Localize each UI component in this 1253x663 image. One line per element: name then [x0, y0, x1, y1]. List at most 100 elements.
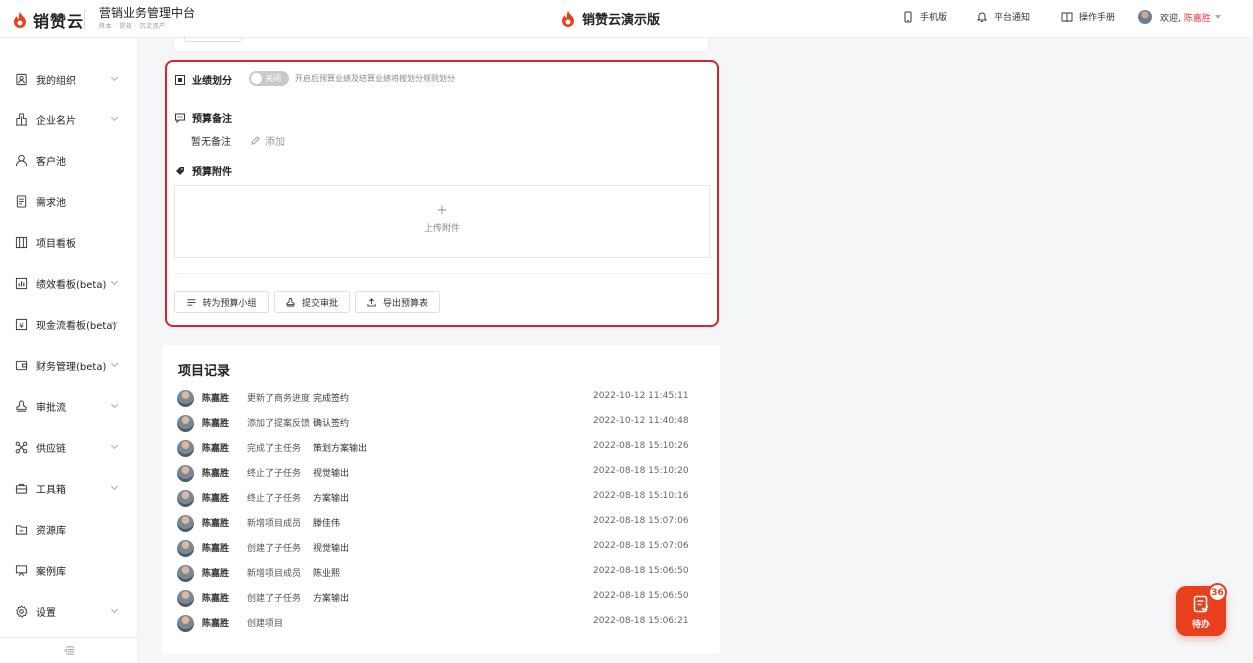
sidebar-item-cashflow-board[interactable]: ¥ 现金流看板(beta): [0, 310, 138, 338]
perf-split-toggle[interactable]: 关闭: [249, 71, 289, 86]
add-note-button[interactable]: 添加: [251, 133, 285, 148]
table-row: 陈嘉胜 新增项目成员 滕佳伟 2022-08-18 15:07:06: [177, 513, 707, 533]
user-icon: [14, 153, 28, 167]
export-budget-label: 导出预算表: [382, 298, 428, 309]
sidebar-item-toolbox[interactable]: 工具箱: [0, 474, 138, 502]
manual-link[interactable]: 操作手册: [1061, 10, 1115, 23]
sidebar-item-label: 绩效看板(beta): [36, 279, 107, 291]
budget-note-value: 暂无备注: [191, 137, 231, 148]
chevron-down-icon: [110, 113, 119, 122]
flame-logo-icon: [562, 9, 574, 27]
sidebar-item-performance-board[interactable]: 绩效看板(beta): [0, 269, 138, 297]
folder-icon: [14, 522, 28, 536]
record-user: 陈嘉胜: [202, 419, 230, 429]
sidebar-item-label: 我的组织: [36, 75, 76, 87]
avatar: [177, 565, 194, 582]
record-user: 陈嘉胜: [202, 594, 230, 604]
target-icon: [175, 74, 185, 85]
mobile-link[interactable]: 手机版: [902, 10, 947, 23]
avatar: [177, 540, 194, 557]
user-menu[interactable]: 欢迎, 陈嘉胜: [1138, 10, 1221, 24]
avatar: [177, 415, 194, 432]
records-title: 项目记录: [178, 364, 231, 379]
convert-budget-group-button[interactable]: 转为预算小组: [174, 291, 269, 313]
system-title: 营销业务管理中台: [99, 6, 196, 20]
upload-label: 上传附件: [423, 224, 460, 234]
sidebar-item-org[interactable]: 我的组织: [0, 65, 138, 93]
wallet-icon: [14, 358, 28, 372]
record-target: 方案输出: [313, 494, 350, 504]
table-row: 陈嘉胜 新增项目成员 陈业熙 2022-08-18 15:06:50: [177, 563, 707, 583]
upload-attachment-area[interactable]: + 上传附件: [174, 185, 710, 258]
record-time: 2022-08-18 15:06:50: [593, 591, 689, 601]
sidebar-item-label: 设置: [36, 607, 56, 619]
sidebar-collapse-button[interactable]: [0, 637, 138, 663]
todo-list-icon: [1193, 595, 1209, 613]
center-title: 销赞云演示版: [560, 9, 660, 28]
record-action: 新增项目成员: [247, 569, 302, 579]
avatar: [1138, 10, 1152, 24]
sidebar-item-project-board[interactable]: 项目看板: [0, 228, 138, 256]
network-icon: [14, 440, 28, 454]
chevron-down-icon: [110, 605, 119, 614]
menu-collapse-icon: [63, 646, 74, 655]
budget-note-heading: 预算备注: [175, 110, 232, 125]
sidebar-item-label: 现金流看板(beta): [36, 320, 117, 332]
sidebar-item-approval[interactable]: 审批流: [0, 392, 138, 420]
budget-attach-title: 预算附件: [192, 167, 232, 178]
mobile-label: 手机版: [920, 13, 948, 23]
todo-label: 待办: [1191, 620, 1210, 630]
brand-name: 销赞云: [33, 12, 85, 31]
table-row: 陈嘉胜 创建项目 2022-08-18 15:06:21: [177, 613, 707, 633]
sidebar-item-finance[interactable]: 财务管理(beta): [0, 351, 138, 379]
sidebar-item-company-card[interactable]: 企业名片: [0, 105, 138, 133]
record-target: 完成签约: [313, 394, 350, 404]
previous-card-bottom: [173, 36, 709, 52]
project-records-card: 项目记录 陈嘉胜 更新了商务进度 完成签约 2022-10-12 11:45:1…: [162, 345, 720, 654]
notify-link[interactable]: 平台通知: [976, 10, 1030, 23]
toolbox-icon: [14, 481, 28, 495]
sidebar-item-label: 财务管理(beta): [36, 361, 107, 373]
avatar: [177, 590, 194, 607]
submit-approval-button[interactable]: 提交审批: [274, 291, 350, 313]
tag-icon: [175, 166, 185, 176]
table-row: 陈嘉胜 终止了子任务 视觉输出 2022-08-18 15:10:20: [177, 463, 707, 483]
convert-budget-group-label: 转为预算小组: [202, 298, 257, 309]
org-icon: [14, 72, 28, 86]
sidebar-item-cases[interactable]: 案例库: [0, 556, 138, 584]
chevron-down-icon: [110, 400, 119, 409]
sidebar-item-supply-chain[interactable]: 供应链: [0, 433, 138, 461]
record-time: 2022-08-18 15:07:06: [593, 516, 689, 526]
top-header: 销赞云 营销业务管理中台 降本 · 提效 · 沉淀资产 销赞云演示版 手机版 平…: [0, 0, 1253, 38]
section-divider: [174, 273, 710, 274]
avatar: [177, 615, 194, 632]
todo-float-button[interactable]: 待办 36: [1176, 583, 1227, 636]
record-target: 视觉输出: [313, 469, 350, 479]
sidebar-item-label: 审批流: [36, 402, 66, 414]
record-action: 终止了子任务: [247, 469, 302, 479]
phone-icon: [902, 11, 914, 23]
record-time: 2022-10-12 11:45:11: [593, 391, 689, 401]
sidebar-item-customer-pool[interactable]: 客户池: [0, 146, 138, 174]
record-action: 创建项目: [247, 619, 284, 629]
sidebar-item-demand-pool[interactable]: 需求池: [0, 187, 138, 215]
sidebar: 我的组织 企业名片 客户池 需求池 项目看板 绩效看板(beta) ¥ 现金流看…: [0, 38, 138, 663]
export-budget-button[interactable]: 导出预算表: [355, 291, 440, 313]
user-name: 陈嘉胜: [1183, 13, 1211, 24]
svg-text:¥: ¥: [19, 320, 24, 329]
sidebar-item-resources[interactable]: 资源库: [0, 515, 138, 543]
brand-logo[interactable]: 销赞云: [12, 8, 84, 32]
yuan-icon: ¥: [14, 317, 28, 331]
sidebar-item-settings[interactable]: 设置: [0, 597, 138, 625]
chevron-down-icon: [110, 441, 119, 450]
record-target: 陈业熙: [313, 569, 341, 579]
budget-panel: 业绩划分 关闭 开启后预算业绩及结算业绩将按划分规则划分 预算备注 暂无备注 添…: [165, 60, 719, 327]
record-user: 陈嘉胜: [202, 394, 230, 404]
building-icon: [14, 112, 28, 126]
table-row: 陈嘉胜 终止了子任务 方案输出 2022-08-18 15:10:16: [177, 488, 707, 508]
record-user: 陈嘉胜: [202, 519, 230, 529]
previous-button-stub[interactable]: [184, 36, 242, 42]
record-target: 视觉输出: [313, 544, 350, 554]
comment-icon: [175, 113, 185, 123]
chevron-down-icon: [110, 482, 119, 491]
